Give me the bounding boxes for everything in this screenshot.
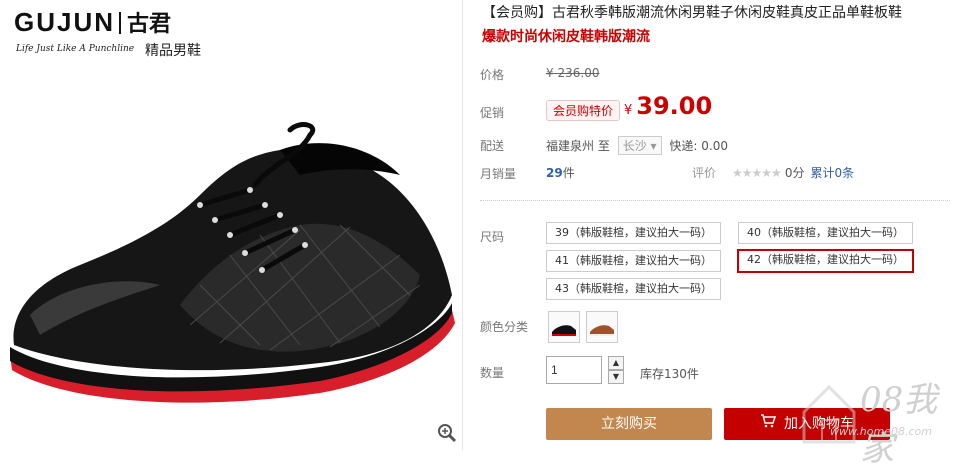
product-image-panel: GUJUN 古君 Life Just Like A Punchline 精品男鞋 bbox=[0, 0, 463, 450]
shipping-info: 福建泉州 至 长沙 ▾ 快递: 0.00 bbox=[546, 136, 728, 155]
sales-unit: 件 bbox=[562, 166, 575, 180]
star-rating-icon: ★★★★★ bbox=[732, 166, 782, 180]
monthly-sales: 29件 bbox=[546, 164, 575, 181]
buy-now-button[interactable]: 立刻购买 bbox=[546, 408, 712, 440]
watermark-url: www.home08.com bbox=[830, 425, 932, 438]
quantity-label: 数量 bbox=[480, 366, 505, 380]
shoe-black-icon bbox=[552, 325, 576, 336]
sales-label: 月销量 bbox=[480, 167, 517, 181]
watermark-text: 08我家 bbox=[860, 380, 938, 469]
brand-logo-text: GUJUN bbox=[14, 7, 116, 37]
brand-logo-cn: 古君 bbox=[127, 12, 172, 37]
rating-score: 0分 bbox=[784, 166, 805, 180]
sales-count: 29 bbox=[546, 166, 563, 180]
color-swatch-brown[interactable] bbox=[586, 311, 618, 343]
city-select[interactable]: 长沙 ▾ bbox=[617, 136, 662, 155]
stock-info: 库存130件 bbox=[640, 367, 699, 381]
city-select-value: 长沙 bbox=[622, 139, 647, 153]
product-title: 【会员购】古君秋季韩版潮流休闲男鞋子休闲皮鞋真皮正品单鞋板鞋 bbox=[482, 5, 902, 21]
shipping-origin: 福建泉州 bbox=[546, 139, 595, 153]
promo-currency: ¥ bbox=[624, 103, 633, 118]
color-swatch-black[interactable] bbox=[548, 311, 580, 343]
size-option-42-selected[interactable]: 42（韩版鞋楦，建议拍大一码） bbox=[737, 249, 914, 273]
brand-tagline: Life Just Like A Punchline bbox=[16, 44, 135, 54]
quantity-input[interactable] bbox=[546, 356, 602, 384]
brand-separator bbox=[119, 12, 122, 34]
original-price-value: 236.00 bbox=[557, 66, 600, 80]
product-subtitle: 爆款时尚休闲皮鞋韩版潮流 bbox=[482, 29, 650, 45]
size-option-41[interactable]: 41（韩版鞋楦，建议拍大一码） bbox=[546, 250, 721, 272]
rating: 评价 ★★★★★ 0分 累计0条 bbox=[692, 164, 854, 181]
promo-label: 促销 bbox=[480, 106, 505, 120]
brand-subtitle: 精品男鞋 bbox=[145, 43, 201, 59]
shipping-to: 至 bbox=[597, 139, 610, 153]
quantity-decrease-button[interactable]: ▼ bbox=[608, 370, 624, 384]
promo-price-value: 39.00 bbox=[636, 92, 713, 120]
divider bbox=[480, 200, 950, 201]
promo-price: ¥39.00 bbox=[624, 92, 712, 120]
shoe-brown-icon bbox=[590, 325, 614, 336]
review-count-link[interactable]: 累计0条 bbox=[810, 166, 854, 180]
chevron-down-icon: ▾ bbox=[650, 139, 657, 153]
cart-icon bbox=[760, 408, 777, 440]
promo-badge: 会员购特价 bbox=[546, 100, 621, 121]
size-option-43[interactable]: 43（韩版鞋楦，建议拍大一码） bbox=[546, 278, 721, 300]
size-label: 尺码 bbox=[480, 230, 505, 244]
shipping-label: 配送 bbox=[480, 139, 505, 153]
zoom-icon[interactable] bbox=[436, 422, 458, 444]
price-label: 价格 bbox=[480, 68, 505, 82]
original-currency: ¥ bbox=[546, 66, 554, 80]
original-price: ¥ 236.00 bbox=[546, 66, 599, 80]
rating-label: 评价 bbox=[692, 166, 717, 180]
size-option-40[interactable]: 40（韩版鞋楦，建议拍大一码） bbox=[738, 222, 913, 244]
quantity-increase-button[interactable]: ▲ bbox=[608, 356, 624, 370]
shipping-fee: 快递: 0.00 bbox=[669, 139, 728, 153]
brand-logo: GUJUN 古君 bbox=[14, 6, 171, 38]
size-option-39[interactable]: 39（韩版鞋楦，建议拍大一码） bbox=[546, 222, 721, 244]
product-photo[interactable] bbox=[0, 95, 462, 405]
color-label: 颜色分类 bbox=[480, 320, 529, 334]
